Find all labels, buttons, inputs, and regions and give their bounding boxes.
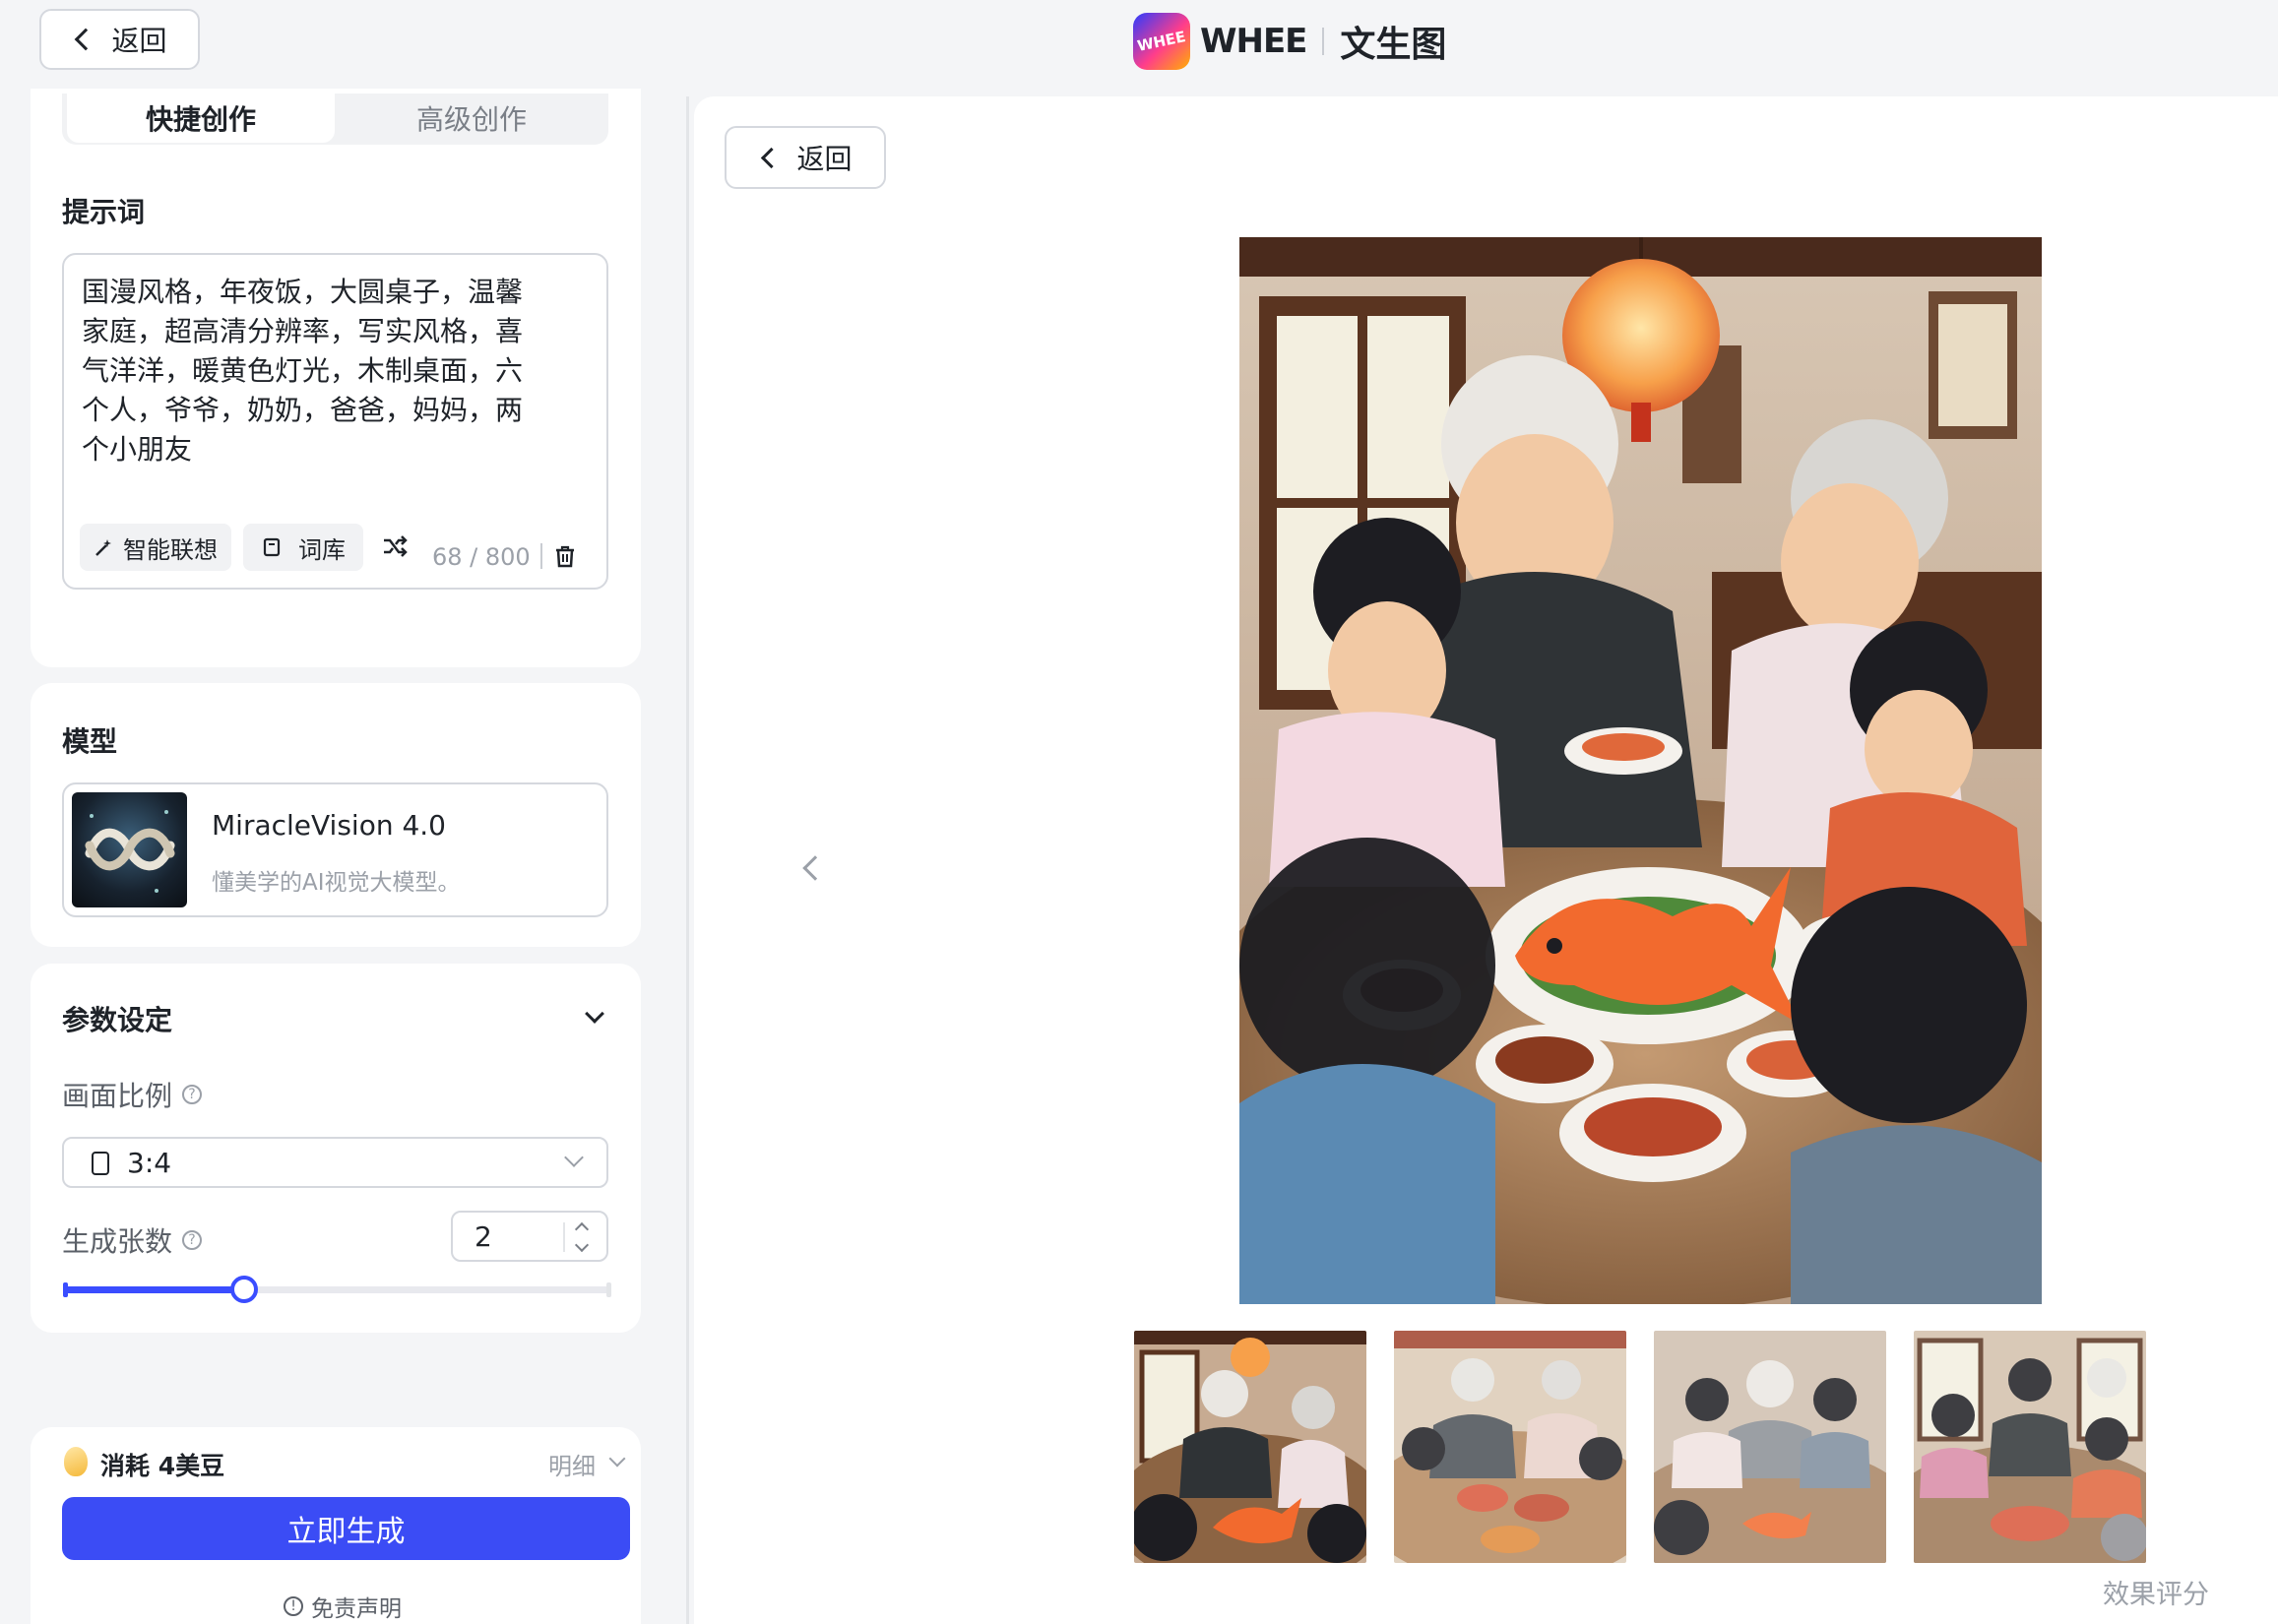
- chevron-left-icon: [75, 28, 97, 51]
- thumbnail-3[interactable]: [1654, 1331, 1886, 1563]
- help-icon[interactable]: ?: [182, 1230, 203, 1250]
- top-bar: 返回 WHEE WHEE 文生图: [0, 0, 2278, 94]
- model-description: 懂美学的AI视觉大模型。: [212, 870, 461, 896]
- info-icon: !: [284, 1596, 303, 1616]
- mode-tabs: 快捷创作 高级创作: [62, 94, 608, 145]
- page-title: 文生图: [1340, 25, 1447, 65]
- cost-text: 消耗 4美豆: [100, 1452, 225, 1480]
- detail-link[interactable]: 明细: [548, 1447, 596, 1481]
- whee-logo-icon: WHEE: [1133, 13, 1190, 70]
- params-title: 参数设定: [62, 1004, 173, 1036]
- slider-handle[interactable]: [230, 1276, 259, 1303]
- aspect-ratio-value: 3:4: [127, 1147, 172, 1179]
- brand-name: WHEE: [1200, 22, 1307, 61]
- char-counter: 68 / 800: [432, 543, 531, 571]
- model-selector[interactable]: MiracleVision 4.0 懂美学的AI视觉大模型。: [62, 782, 608, 917]
- aspect-label-row: 画面比例 ?: [62, 1075, 203, 1114]
- thumbnail-1[interactable]: [1134, 1331, 1366, 1563]
- slider-fill: [64, 1286, 245, 1293]
- disclaimer-link[interactable]: ! 免责声明: [284, 1590, 402, 1623]
- generate-button[interactable]: 立即生成: [62, 1497, 630, 1560]
- tab-advanced-create[interactable]: 高级创作: [338, 94, 605, 143]
- thumbnail-4[interactable]: [1914, 1331, 2146, 1563]
- counter-divider: [540, 543, 542, 569]
- slider-start-tick: [63, 1282, 68, 1297]
- aspect-label: 画面比例: [62, 1080, 173, 1112]
- decrement-button[interactable]: [574, 1237, 590, 1253]
- model-title: 模型: [62, 725, 118, 758]
- chevron-down-icon: [564, 1148, 584, 1167]
- count-label-row: 生成张数 ?: [62, 1220, 203, 1260]
- word-library-button[interactable]: 词库: [243, 524, 363, 571]
- shuffle-icon[interactable]: [381, 532, 409, 560]
- trash-icon[interactable]: [552, 543, 578, 569]
- thumbnail-2[interactable]: [1394, 1331, 1626, 1563]
- prompt-input[interactable]: 国漫风格，年夜饭，大圆桌子，温馨家庭，超高清分辨率，写实风格，喜气洋洋，暖黄色灯…: [62, 253, 608, 590]
- image-count-stepper[interactable]: 2: [451, 1211, 608, 1262]
- disclaimer-label: 免责声明: [311, 1596, 402, 1622]
- chevron-left-icon: [761, 147, 783, 168]
- model-name: MiracleVision 4.0: [212, 809, 446, 842]
- chevron-down-icon: [585, 1004, 604, 1024]
- brand-separator: [1322, 28, 1325, 55]
- generated-image[interactable]: [1239, 237, 2042, 1304]
- portrait-icon: [92, 1152, 109, 1175]
- params-header[interactable]: 参数设定: [62, 999, 608, 1038]
- aspect-ratio-select[interactable]: 3:4: [62, 1137, 608, 1188]
- magic-wand-icon: [95, 539, 111, 556]
- book-icon: [263, 537, 281, 557]
- prompt-text[interactable]: 国漫风格，年夜饭，大圆桌子，温馨家庭，超高清分辨率，写实风格，喜气洋洋，暖黄色灯…: [82, 273, 535, 469]
- result-back-label: 返回: [796, 143, 853, 175]
- result-back-button[interactable]: 返回: [725, 126, 886, 189]
- image-count-value: 2: [475, 1220, 492, 1253]
- slider-end-tick: [606, 1282, 611, 1297]
- back-label: 返回: [111, 25, 167, 57]
- increment-button[interactable]: [574, 1221, 590, 1237]
- count-label: 生成张数: [62, 1225, 173, 1258]
- prompt-title: 提示词: [62, 196, 146, 228]
- word-library-label: 词库: [298, 535, 346, 564]
- smart-suggest-button[interactable]: 智能联想: [80, 524, 231, 571]
- smart-suggest-label: 智能联想: [123, 535, 218, 564]
- image-count-slider[interactable]: [64, 1286, 610, 1293]
- model-thumbnail: [72, 792, 187, 907]
- back-button[interactable]: 返回: [39, 9, 200, 70]
- help-icon[interactable]: ?: [182, 1085, 203, 1104]
- panel-divider: [686, 96, 689, 1624]
- bean-icon: [64, 1447, 88, 1476]
- tab-quick-create[interactable]: 快捷创作: [67, 94, 335, 143]
- stepper-divider: [563, 1222, 565, 1252]
- brand: WHEE WHEE 文生图: [1133, 13, 1446, 70]
- rating-label[interactable]: 效果评分: [2103, 1573, 2209, 1611]
